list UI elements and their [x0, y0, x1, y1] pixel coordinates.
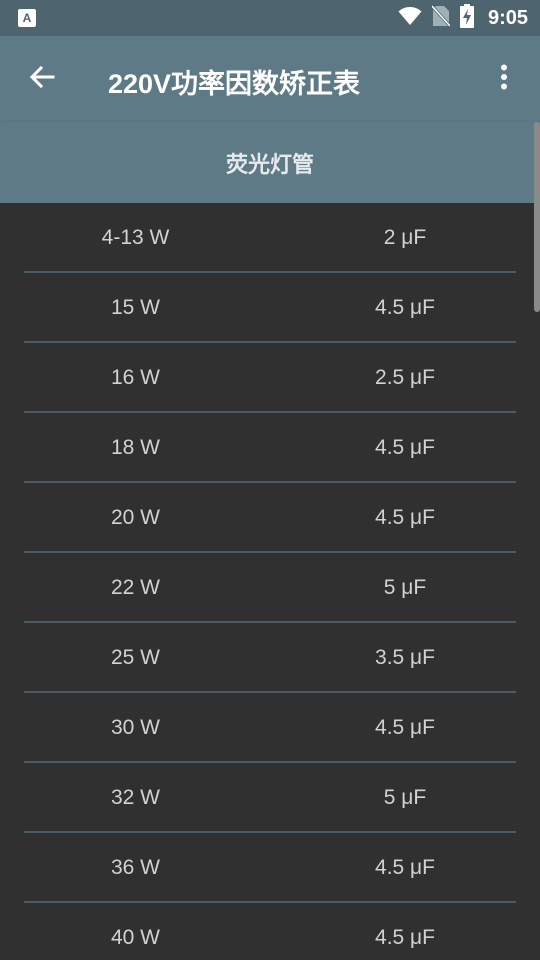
capacitance-cell: 3.5 μF: [375, 646, 435, 669]
capacitor-table[interactable]: 4-13 W 2 μF 15 W 4.5 μF 16 W 2.5 μF 18 W…: [0, 203, 540, 960]
power-cell: 4-13 W: [101, 226, 170, 249]
power-cell: 32 W: [110, 786, 160, 809]
table-row: 16 W 2.5 μF: [24, 343, 516, 413]
capacitance-cell: 5 μF: [383, 786, 427, 809]
overflow-menu-button[interactable]: [482, 57, 526, 101]
power-cell: 40 W: [110, 926, 160, 949]
table-row: 20 W 4.5 μF: [24, 483, 516, 553]
back-arrow-icon: [29, 65, 55, 94]
app-bar: 220V功率因数矫正表: [0, 36, 540, 122]
capacitance-cell: 5 μF: [383, 576, 427, 599]
table-row: 15 W 4.5 μF: [24, 273, 516, 343]
status-icons: 9:05: [398, 0, 528, 36]
scrollbar[interactable]: [534, 122, 540, 312]
power-cell: 36 W: [110, 856, 160, 879]
capacitance-cell: 4.5 μF: [375, 926, 435, 949]
more-vert-icon: [500, 64, 508, 95]
notification-app-icon: A: [18, 9, 36, 27]
capacitance-cell: 4.5 μF: [375, 716, 435, 739]
power-cell: 18 W: [110, 436, 160, 459]
table-row: 18 W 4.5 μF: [24, 413, 516, 483]
status-time: 9:05: [487, 6, 528, 29]
battery-charging-icon: [459, 3, 474, 33]
no-sim-icon: [430, 4, 452, 32]
app-title: 220V功率因数矫正表: [108, 69, 361, 99]
power-cell: 16 W: [110, 366, 160, 389]
screen: A 9:05 220V功率因数矫正表 荧光灯管 4-13 W 2 μF 15 W…: [0, 0, 540, 960]
table-row: 25 W 3.5 μF: [24, 623, 516, 693]
table-row: 4-13 W 2 μF: [24, 203, 516, 273]
table-row: 36 W 4.5 μF: [24, 833, 516, 903]
section-title: 荧光灯管: [225, 152, 314, 177]
table-row: 22 W 5 μF: [24, 553, 516, 623]
back-button[interactable]: [20, 57, 64, 101]
capacitance-cell: 4.5 μF: [375, 436, 435, 459]
capacitance-cell: 2 μF: [383, 226, 427, 249]
table-row: 32 W 5 μF: [24, 763, 516, 833]
status-bar: A 9:05: [0, 0, 540, 36]
power-cell: 15 W: [110, 296, 160, 319]
power-cell: 20 W: [110, 506, 160, 529]
capacitance-cell: 4.5 μF: [375, 296, 435, 319]
power-cell: 30 W: [110, 716, 160, 739]
capacitance-cell: 4.5 μF: [375, 856, 435, 879]
table-row: 30 W 4.5 μF: [24, 693, 516, 763]
capacitance-cell: 2.5 μF: [375, 366, 435, 389]
wifi-icon: [398, 6, 422, 31]
power-cell: 22 W: [110, 576, 160, 599]
capacitance-cell: 4.5 μF: [375, 506, 435, 529]
section-header: 荧光灯管: [0, 122, 540, 203]
table-row: 40 W 4.5 μF: [24, 903, 516, 960]
power-cell: 25 W: [110, 646, 160, 669]
